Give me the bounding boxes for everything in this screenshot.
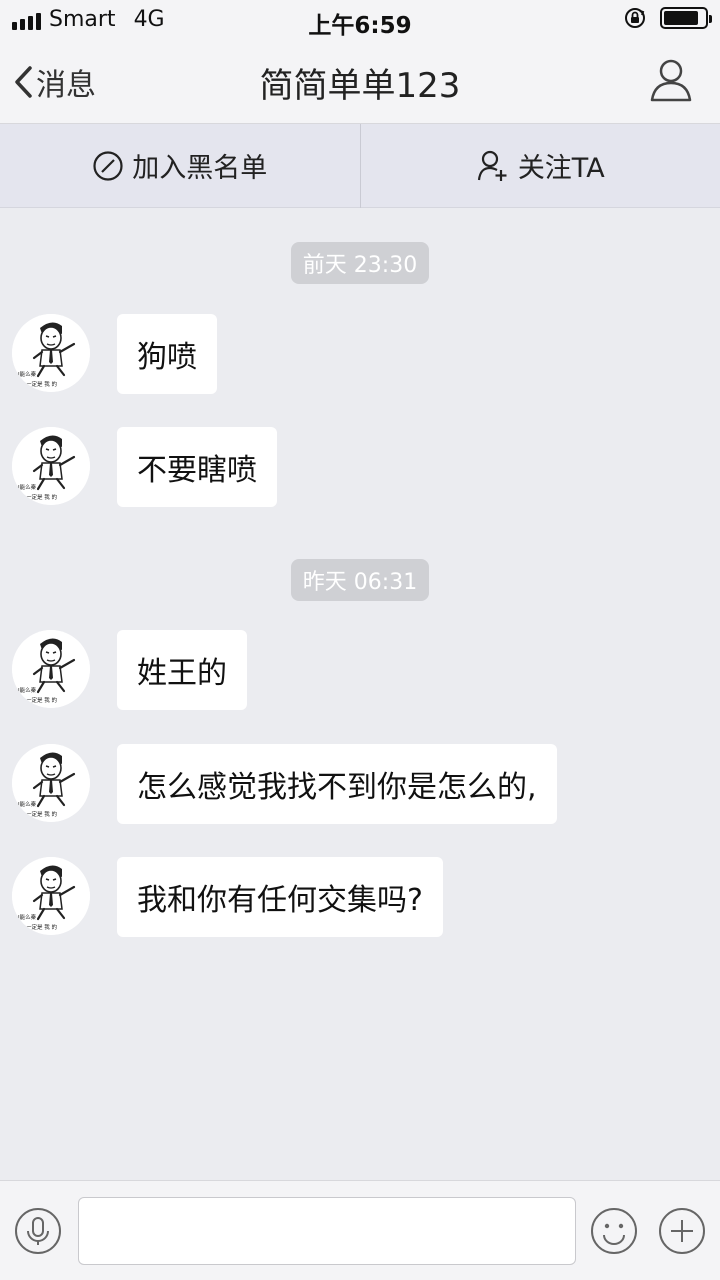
svg-text:一定是 我 的: 一定是 我 的 — [26, 493, 57, 501]
input-bar — [0, 1180, 720, 1280]
timestamp: 昨天 06:31 — [0, 559, 720, 601]
cartoon-figure-avatar-icon: I能么秦 一定是 我 的 — [12, 857, 90, 935]
add-to-blacklist-button[interactable]: 加入黑名单 — [0, 124, 360, 207]
message-bubble[interactable]: 不要瞎喷 — [117, 427, 277, 507]
profile-button[interactable] — [650, 58, 692, 106]
avatar[interactable]: I能么秦 一定是 我 的 — [12, 744, 90, 822]
emoji-button[interactable] — [590, 1207, 638, 1259]
svg-text:一定是 我 的: 一定是 我 的 — [26, 380, 57, 388]
person-outline-icon — [650, 59, 692, 102]
avatar[interactable]: I能么秦 一定是 我 的 — [12, 630, 90, 708]
follow-button[interactable]: 关注TA — [361, 124, 720, 207]
avatar[interactable]: I能么秦 一定是 我 的 — [12, 427, 90, 505]
action-bar: 加入黑名单 关注TA — [0, 124, 720, 208]
svg-text:I能么秦: I能么秦 — [18, 370, 37, 378]
svg-text:一定是 我 的: 一定是 我 的 — [26, 696, 57, 704]
rotation-lock-icon — [625, 8, 645, 28]
message-row: I能么秦 一定是 我 的 狗喷 — [12, 314, 217, 394]
svg-text:I能么秦: I能么秦 — [18, 483, 37, 491]
status-bar: Smart 4G 上午6:59 — [0, 0, 720, 40]
svg-text:一定是 我 的: 一定是 我 的 — [26, 810, 57, 818]
add-user-icon — [477, 150, 507, 181]
cartoon-figure-avatar-icon: I能么秦 一定是 我 的 — [12, 314, 90, 392]
cartoon-figure-avatar-icon: I能么秦 一定是 我 的 — [12, 427, 90, 505]
avatar[interactable]: I能么秦 一定是 我 的 — [12, 314, 90, 392]
battery-icon — [660, 7, 712, 29]
message-bubble[interactable]: 怎么感觉我找不到你是怎么的, — [117, 744, 557, 824]
message-row: I能么秦 一定是 我 的 姓王的 — [12, 630, 247, 710]
plus-icon — [659, 1208, 705, 1254]
chat-area[interactable]: 前天 23:30 I能么秦 一定是 我 的 狗喷 I能么秦 一定是 我 的 不要… — [0, 208, 720, 1180]
message-bubble[interactable]: 我和你有任何交集吗? — [117, 857, 443, 937]
cartoon-figure-avatar-icon: I能么秦 一定是 我 的 — [12, 630, 90, 708]
block-icon — [93, 150, 123, 181]
more-button[interactable] — [658, 1207, 706, 1259]
message-row: I能么秦 一定是 我 的 怎么感觉我找不到你是怎么的, — [12, 744, 557, 824]
svg-text:I能么秦: I能么秦 — [18, 913, 37, 921]
message-row: I能么秦 一定是 我 的 我和你有任何交集吗? — [12, 857, 443, 937]
avatar[interactable]: I能么秦 一定是 我 的 — [12, 857, 90, 935]
smiley-icon — [591, 1208, 637, 1254]
message-bubble[interactable]: 狗喷 — [117, 314, 217, 394]
timestamp: 前天 23:30 — [0, 242, 720, 284]
message-row: I能么秦 一定是 我 的 不要瞎喷 — [12, 427, 277, 507]
message-bubble[interactable]: 姓王的 — [117, 630, 247, 710]
message-input[interactable] — [78, 1197, 576, 1265]
microphone-icon — [15, 1208, 61, 1254]
status-time: 上午6:59 — [308, 13, 412, 39]
blacklist-label: 加入黑名单 — [132, 153, 268, 184]
svg-text:一定是 我 的: 一定是 我 的 — [26, 923, 57, 931]
navigation-bar: 消息 简简单单123 — [0, 40, 720, 124]
cartoon-figure-avatar-icon: I能么秦 一定是 我 的 — [12, 744, 90, 822]
svg-text:I能么秦: I能么秦 — [18, 800, 37, 808]
voice-button[interactable] — [14, 1207, 62, 1259]
svg-text:I能么秦: I能么秦 — [18, 686, 37, 694]
follow-label: 关注TA — [517, 153, 605, 184]
page-title: 简简单单123 — [259, 66, 461, 106]
